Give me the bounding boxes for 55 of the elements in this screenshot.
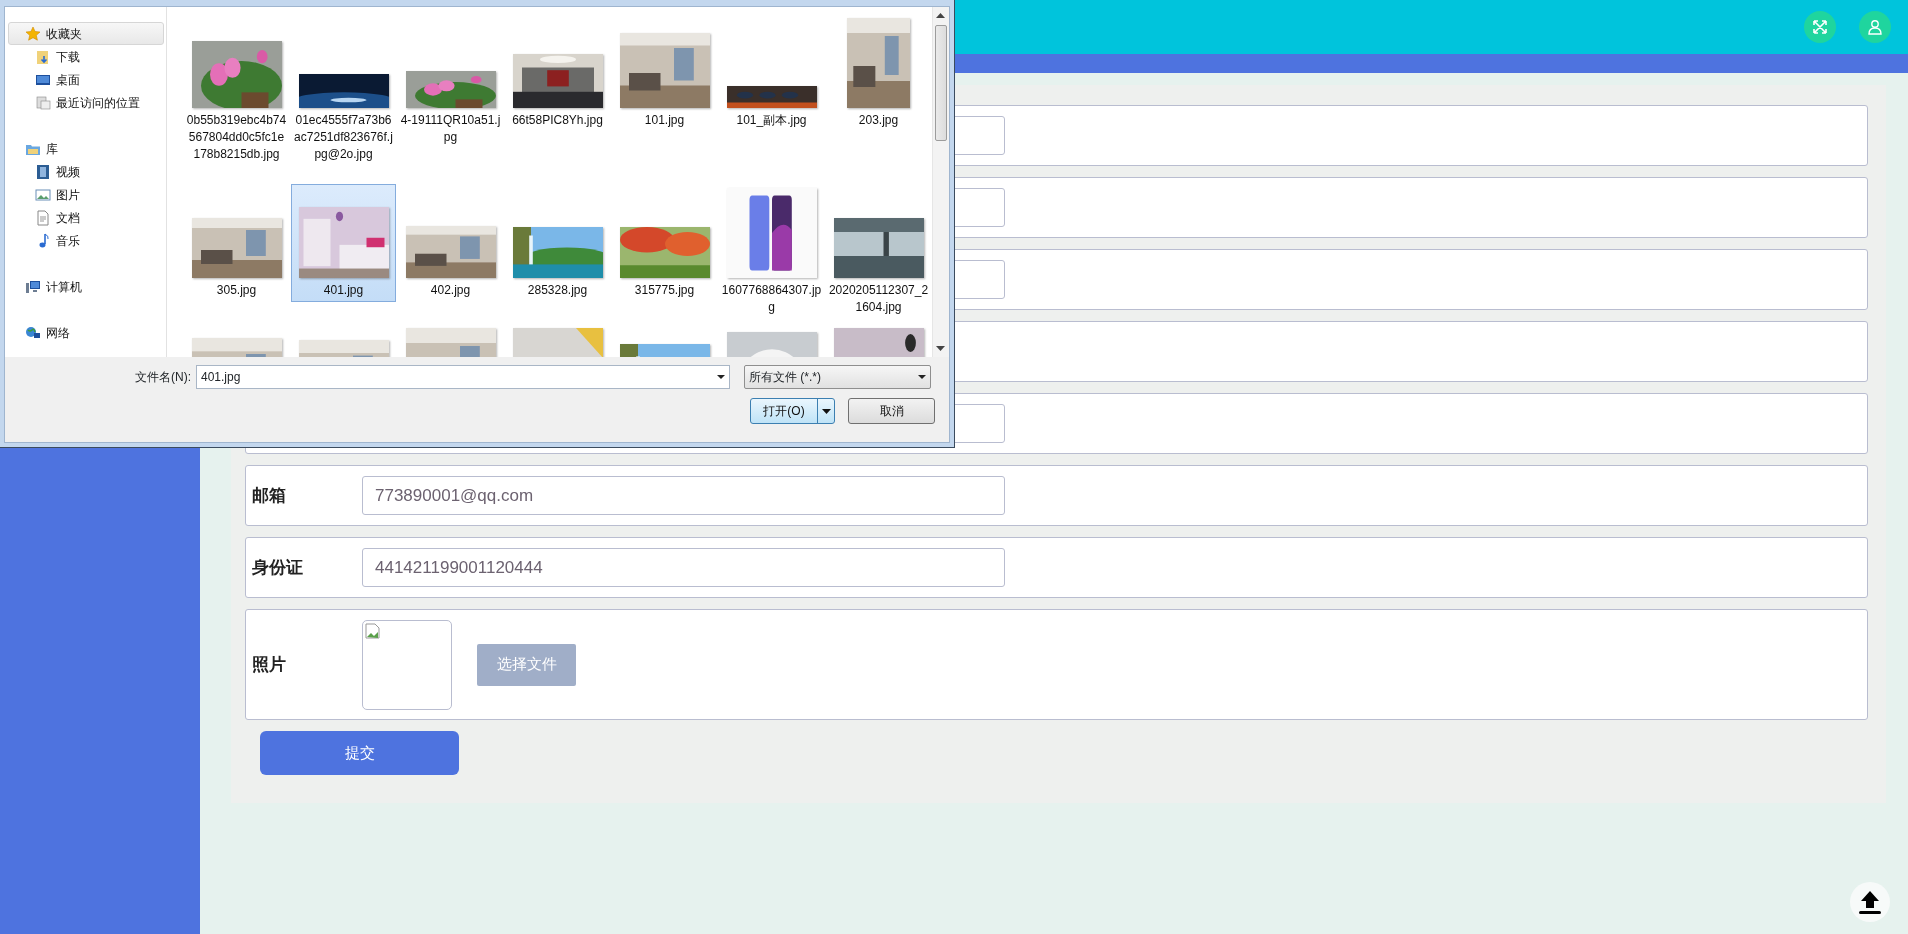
nav-item[interactable]: 音乐 [8, 229, 164, 252]
file-item[interactable]: 315775.jpg [612, 184, 717, 302]
nav-item[interactable]: 计算机 [8, 275, 164, 298]
nav-item[interactable]: 最近访问的位置 [8, 91, 164, 114]
file-item[interactable]: 305.jpg [184, 184, 289, 302]
filename-label: 文件名(N): [134, 369, 192, 386]
field-label: 身份证 [252, 556, 304, 579]
input-field[interactable]: 441421199001120444 [362, 548, 1005, 587]
scrollbar-thumb[interactable] [935, 25, 947, 141]
file-item[interactable]: 0b55b319ebc4b74567804dd0c5fc1e178b8215db.jpg [184, 14, 289, 166]
user-icon[interactable] [1859, 11, 1891, 43]
scroll-up-icon[interactable] [936, 13, 945, 18]
globe-icon [25, 324, 41, 341]
file-item[interactable]: 203.jpg [826, 14, 931, 132]
file-item[interactable]: 402.jpg [398, 184, 503, 302]
dropdown-icon[interactable] [717, 375, 725, 379]
file-item[interactable]: 66t58PIC8Yh.jpg [505, 14, 610, 132]
back-to-top-icon[interactable] [1850, 882, 1890, 922]
nav-item[interactable]: 桌面 [8, 68, 164, 91]
file-item[interactable]: 101.jpg [612, 14, 717, 132]
nav-item[interactable]: 库 [8, 137, 164, 160]
nav-item[interactable]: 文档 [8, 206, 164, 229]
file-item[interactable]: 4-19111QR10a51.jpg [398, 14, 503, 149]
folder-icon [35, 48, 51, 65]
file-item[interactable]: 1607768864307.jpg [719, 184, 824, 319]
star-icon [25, 25, 41, 42]
file-item[interactable]: 01ec4555f7a73b6ac7251df823676f.jpg@2o.jpg [291, 14, 396, 166]
field-label: 照片 [252, 653, 287, 676]
nav-item[interactable]: 视频 [8, 160, 164, 183]
computer-icon [25, 278, 41, 295]
open-button[interactable]: 打开(O) [750, 398, 835, 424]
file-item[interactable]: 101_副本.jpg [719, 14, 824, 132]
file-item[interactable]: 285328.jpg [505, 184, 610, 302]
field-label: 邮箱 [252, 484, 287, 507]
image-icon [35, 186, 51, 203]
dropdown-icon [918, 375, 926, 379]
file-item[interactable]: 401.jpg [291, 184, 396, 302]
document-icon [35, 209, 51, 226]
film-icon [35, 163, 51, 180]
nav-item[interactable]: 下载 [8, 45, 164, 68]
scroll-down-icon[interactable] [936, 346, 945, 351]
file-type-dropdown[interactable]: 所有文件 (*.*) [744, 365, 931, 389]
nav-item[interactable]: 收藏夹 [8, 22, 164, 45]
broken-image-icon [365, 622, 381, 639]
scrollbar[interactable] [932, 7, 949, 357]
recent-places-icon [35, 94, 51, 111]
cancel-button[interactable]: 取消 [848, 398, 935, 424]
nav-item[interactable]: 网络 [8, 321, 164, 344]
dropdown-icon[interactable] [821, 408, 831, 414]
file-item[interactable]: 2020205112307_21604.jpg [826, 184, 931, 319]
input-field[interactable]: 773890001@qq.com [362, 476, 1005, 515]
fullscreen-icon[interactable] [1804, 11, 1836, 43]
filename-field[interactable]: 401.jpg [196, 365, 730, 389]
nav-item[interactable]: 图片 [8, 183, 164, 206]
submit-button[interactable]: 提交 [260, 731, 459, 775]
